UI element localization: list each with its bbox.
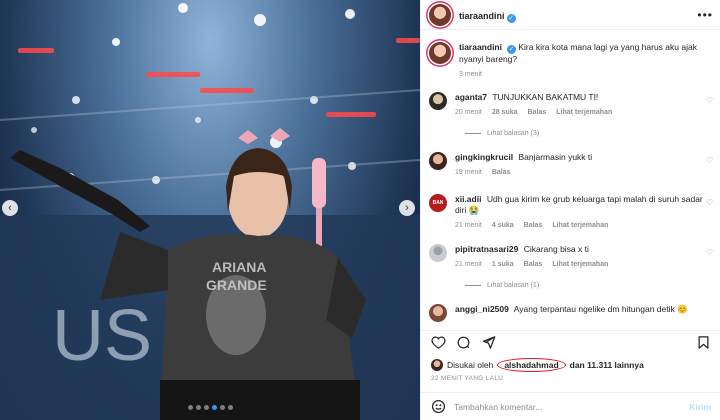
send-icon[interactable] <box>481 335 496 350</box>
translate-button[interactable]: Lihat terjemahan <box>552 220 608 231</box>
view-replies-button[interactable]: Lihat balasan (1) <box>465 282 539 289</box>
heart-icon[interactable] <box>431 335 446 350</box>
post-timestamp[interactable]: 22 MENIT YANG LALU <box>431 375 503 382</box>
comment-time: 21 menit <box>455 261 482 268</box>
svg-text:US: US <box>52 296 152 376</box>
comment-like-heart-icon[interactable]: ♡ <box>706 248 713 257</box>
liker-avatar[interactable] <box>431 359 443 371</box>
comment-avatar[interactable]: BAN <box>429 194 447 212</box>
comment-list[interactable]: tiaraandini ✓ Kira kira kota mana lagi ya… <box>421 36 720 326</box>
comment-username[interactable]: pipitratnasari29 <box>455 244 518 254</box>
carousel-dot <box>203 405 209 410</box>
reply-button[interactable]: Balas <box>528 107 547 118</box>
comment-likes[interactable]: 28 suka <box>492 107 518 118</box>
bookmark-icon[interactable] <box>696 335 711 350</box>
carousel-dot <box>211 405 217 410</box>
more-icon[interactable]: ••• <box>697 8 713 22</box>
comment-username[interactable]: gingkingkrucil <box>455 152 513 162</box>
comment-username[interactable]: anggi_ni2509 <box>455 304 509 314</box>
carousel-indicator <box>0 405 420 410</box>
liker-username[interactable]: alshadahmad <box>497 358 566 372</box>
caption: tiaraandini ✓ Kira kira kota mana lagi ya… <box>429 42 713 80</box>
comment-like-heart-icon[interactable]: ♡ <box>706 96 713 105</box>
comment-avatar[interactable] <box>429 244 447 262</box>
carousel-dot <box>219 405 225 410</box>
comment-text: Udh gua kirim ke grub keluarga tapi mala… <box>455 194 703 215</box>
post-comment-button[interactable]: Kirim <box>689 402 711 412</box>
translate-button[interactable]: Lihat terjemahan <box>556 107 612 118</box>
caption-time: 3 menit <box>459 71 482 78</box>
comment-text: Cikarang bisa x ti <box>523 244 589 254</box>
view-replies-button[interactable]: Lihat balasan (3) <box>465 130 539 137</box>
comment-item: pipitratnasari29 Cikarang bisa x ti 21 m… <box>429 244 713 270</box>
comment-time: 20 menit <box>455 109 482 116</box>
comment-avatar[interactable] <box>429 304 447 322</box>
replies-line <box>465 133 481 134</box>
comment-text: TUNJUKKAN BAKATMU TI! <box>492 92 599 102</box>
post-detail-panel: tiaraandini ✓ ••• tiaraandini ✓ Kira kira … <box>420 0 720 420</box>
view-replies-label: Lihat balasan (1) <box>487 282 540 289</box>
comment-username[interactable]: aganta7 <box>455 92 487 102</box>
likes-suffix[interactable]: dan 11.311 lainnya <box>570 360 644 370</box>
comment-composer: Kirim <box>421 392 720 420</box>
comment-item: gingkingkrucil Banjarmasin yukk ti 19 me… <box>429 152 713 178</box>
translate-button[interactable]: Lihat terjemahan <box>552 259 608 270</box>
concert-photo-illustration: US ARIANA GRANDE <box>0 3 420 420</box>
carousel-next-button[interactable]: › <box>399 200 415 216</box>
replies-line <box>465 285 481 286</box>
comment-text: Ayang terpantau ngelike dm hitungan deti… <box>513 304 688 314</box>
reply-button[interactable]: Balas <box>524 220 543 231</box>
author-avatar[interactable] <box>429 3 451 26</box>
svg-text:GRANDE: GRANDE <box>206 277 267 293</box>
comment-input[interactable] <box>454 401 682 412</box>
comment-icon[interactable] <box>456 335 471 350</box>
comment-likes[interactable]: 4 suka <box>492 220 514 231</box>
svg-text:ARIANA: ARIANA <box>212 259 266 275</box>
comment-time: 21 menit <box>455 222 482 229</box>
author-username[interactable]: tiaraandini <box>459 11 505 21</box>
caption-avatar[interactable] <box>429 42 451 64</box>
carousel-prev-button[interactable]: ‹ <box>2 200 18 216</box>
action-bar <box>421 330 720 354</box>
carousel-dot <box>227 405 233 410</box>
reply-button[interactable]: Balas <box>524 259 543 270</box>
carousel-dot <box>195 405 201 410</box>
post-photo[interactable]: US ARIANA GRANDE ‹ › <box>0 0 420 420</box>
post-header: tiaraandini ✓ ••• <box>421 0 720 30</box>
comment-text: Banjarmasin yukk ti <box>518 152 593 162</box>
comment-like-heart-icon[interactable]: ♡ <box>706 198 713 207</box>
comment-likes[interactable]: 1 suka <box>492 259 514 270</box>
comment-avatar[interactable] <box>429 152 447 170</box>
verified-badge-icon: ✓ <box>506 13 516 23</box>
comment-item: aganta7 TUNJUKKAN BAKATMU TI! 20 menit 2… <box>429 92 713 118</box>
view-replies-label: Lihat balasan (3) <box>487 130 540 137</box>
caption-username[interactable]: tiaraandini <box>459 42 502 52</box>
reply-button[interactable]: Balas <box>492 167 511 178</box>
comment-item: anggi_ni2509 Ayang terpantau ngelike dm … <box>429 304 713 322</box>
likes-summary: Disukai oleh alshadahmad dan 11.311 lain… <box>431 358 644 372</box>
comment-time: 19 menit <box>455 169 482 176</box>
comment-avatar[interactable] <box>429 92 447 110</box>
verified-badge-icon: ✓ <box>506 45 516 54</box>
comment-item: BAN xii.adii Udh gua kirim ke grub kelua… <box>429 194 713 231</box>
emoji-icon[interactable] <box>431 399 446 414</box>
comment-username[interactable]: xii.adii <box>455 194 481 204</box>
likes-prefix: Disukai oleh <box>447 360 494 370</box>
carousel-dot <box>187 405 193 410</box>
comment-like-heart-icon[interactable]: ♡ <box>706 156 713 165</box>
